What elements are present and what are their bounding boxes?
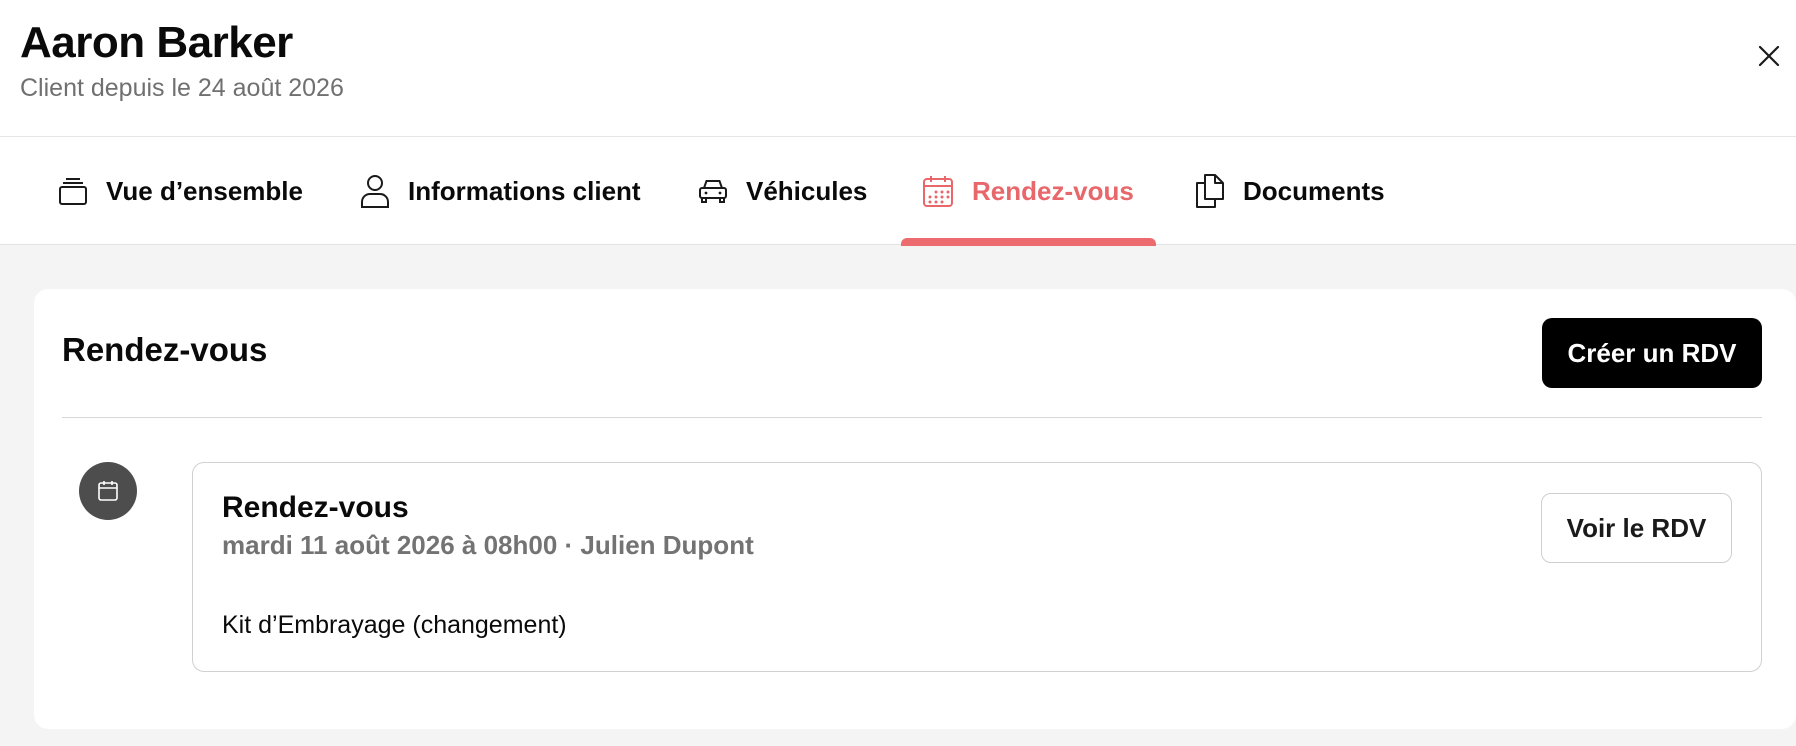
tab-bar: Vue d’ensemble Informations client Véhic… <box>0 137 1796 245</box>
tab-documents[interactable]: Documents <box>1193 137 1385 245</box>
close-icon <box>1758 45 1780 67</box>
tab-label: Rendez-vous <box>972 175 1134 206</box>
calendar-icon <box>923 176 953 207</box>
tab-label: Vue d’ensemble <box>106 175 303 206</box>
tab-appointments[interactable]: Rendez-vous <box>922 137 1134 245</box>
appointment-description: Kit d’Embrayage (changement) <box>222 611 567 639</box>
client-name: Aaron Barker <box>20 18 293 67</box>
appointment-meta: mardi 11 août 2026 à 08h00 · Julien Dupo… <box>222 530 754 560</box>
tab-overview[interactable]: Vue d’ensemble <box>58 137 303 245</box>
create-appointment-button[interactable]: Créer un RDV <box>1542 318 1762 388</box>
calendar-icon <box>98 481 118 501</box>
user-icon <box>361 175 389 208</box>
car-icon <box>699 180 727 203</box>
client-header: Aaron Barker Client depuis le 24 août 20… <box>0 0 1796 137</box>
tab-label: Documents <box>1243 175 1385 206</box>
view-appointment-button[interactable]: Voir le RDV <box>1541 493 1732 563</box>
client-since: Client depuis le 24 août 2026 <box>20 74 344 102</box>
tab-vehicles[interactable]: Véhicules <box>698 137 867 245</box>
appointment-title: Rendez-vous <box>222 491 409 524</box>
tab-label: Informations client <box>408 175 641 206</box>
section-title: Rendez-vous <box>62 331 268 368</box>
divider <box>62 417 1762 418</box>
tab-client-info[interactable]: Informations client <box>360 137 641 245</box>
close-button[interactable] <box>1754 41 1784 71</box>
documents-icon <box>1196 174 1224 208</box>
stack-icon <box>59 178 87 205</box>
tab-label: Véhicules <box>746 175 868 206</box>
active-tab-indicator <box>901 238 1156 246</box>
timeline-marker <box>79 462 137 520</box>
appointment-card <box>192 462 1762 672</box>
